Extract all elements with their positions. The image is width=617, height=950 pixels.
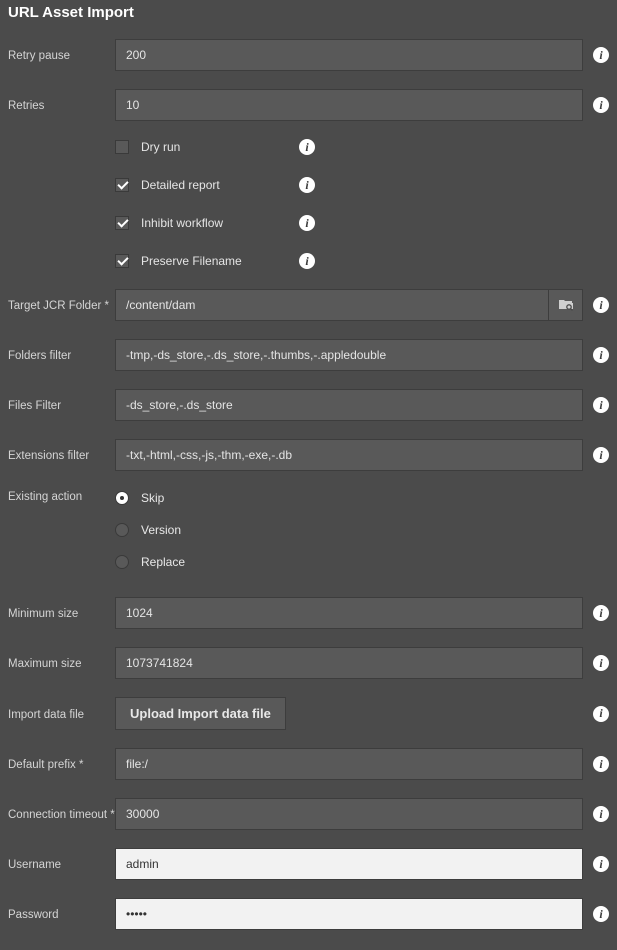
password-input[interactable]: [115, 898, 583, 930]
folder-search-icon: [558, 297, 574, 313]
row-username: Username: [8, 848, 609, 880]
detailed-report-checkbox[interactable]: [115, 178, 129, 192]
connection-timeout-input[interactable]: [115, 798, 583, 830]
label-password: Password: [8, 907, 115, 921]
row-import-file: Import data file Upload Import data file: [8, 697, 609, 730]
row-files-filter: Files Filter: [8, 389, 609, 421]
folders-filter-input[interactable]: [115, 339, 583, 371]
preserve-filename-label: Preserve Filename: [141, 254, 242, 268]
info-icon[interactable]: [593, 806, 609, 822]
info-icon[interactable]: [299, 215, 315, 231]
min-size-input[interactable]: [115, 597, 583, 629]
info-icon[interactable]: [593, 605, 609, 621]
label-files-filter: Files Filter: [8, 398, 115, 412]
label-extensions-filter: Extensions filter: [8, 448, 115, 462]
upload-import-button[interactable]: Upload Import data file: [115, 697, 286, 730]
target-folder-input[interactable]: [115, 289, 549, 321]
label-retries: Retries: [8, 98, 115, 112]
preserve-filename-checkbox[interactable]: [115, 254, 129, 268]
extensions-filter-input[interactable]: [115, 439, 583, 471]
info-icon[interactable]: [593, 756, 609, 772]
row-password: Password: [8, 898, 609, 930]
info-icon[interactable]: [593, 655, 609, 671]
max-size-input[interactable]: [115, 647, 583, 679]
label-min-size: Minimum size: [8, 606, 115, 620]
files-filter-input[interactable]: [115, 389, 583, 421]
radio-replace[interactable]: [115, 555, 129, 569]
row-dry-run: Dry run: [8, 139, 609, 155]
info-icon[interactable]: [593, 906, 609, 922]
label-folders-filter: Folders filter: [8, 348, 115, 362]
row-target-folder: Target JCR Folder *: [8, 289, 609, 321]
retries-input[interactable]: [115, 89, 583, 121]
radio-skip[interactable]: [115, 491, 129, 505]
inhibit-workflow-checkbox[interactable]: [115, 216, 129, 230]
existing-action-radio-group: Skip Version Replace: [115, 489, 609, 587]
info-icon[interactable]: [299, 177, 315, 193]
info-icon[interactable]: [299, 139, 315, 155]
info-icon[interactable]: [593, 297, 609, 313]
info-icon[interactable]: [593, 397, 609, 413]
row-inhibit-workflow: Inhibit workflow: [8, 215, 609, 231]
inhibit-workflow-label: Inhibit workflow: [141, 216, 223, 230]
row-retry-pause: Retry pause: [8, 39, 609, 71]
info-icon[interactable]: [299, 253, 315, 269]
username-input[interactable]: [115, 848, 583, 880]
info-icon[interactable]: [593, 447, 609, 463]
radio-version-label: Version: [141, 523, 181, 537]
retry-pause-input[interactable]: [115, 39, 583, 71]
label-default-prefix: Default prefix *: [8, 757, 115, 771]
row-folders-filter: Folders filter: [8, 339, 609, 371]
row-default-prefix: Default prefix *: [8, 748, 609, 780]
row-extensions-filter: Extensions filter: [8, 439, 609, 471]
info-icon[interactable]: [593, 856, 609, 872]
row-detailed-report: Detailed report: [8, 177, 609, 193]
row-min-size: Minimum size: [8, 597, 609, 629]
label-max-size: Maximum size: [8, 656, 115, 670]
label-import-file: Import data file: [8, 707, 115, 721]
label-existing-action: Existing action: [8, 489, 115, 503]
page-title: URL Asset Import: [8, 4, 609, 21]
info-icon[interactable]: [593, 347, 609, 363]
dry-run-label: Dry run: [141, 140, 180, 154]
dry-run-checkbox[interactable]: [115, 140, 129, 154]
label-target-folder: Target JCR Folder *: [8, 298, 115, 312]
info-icon[interactable]: [593, 706, 609, 722]
info-icon[interactable]: [593, 47, 609, 63]
label-connection-timeout: Connection timeout *: [8, 807, 115, 821]
radio-skip-label: Skip: [141, 491, 164, 505]
default-prefix-input[interactable]: [115, 748, 583, 780]
row-preserve-filename: Preserve Filename: [8, 253, 609, 269]
radio-replace-label: Replace: [141, 555, 185, 569]
radio-version[interactable]: [115, 523, 129, 537]
label-retry-pause: Retry pause: [8, 48, 115, 62]
row-max-size: Maximum size: [8, 647, 609, 679]
detailed-report-label: Detailed report: [141, 178, 220, 192]
row-connection-timeout: Connection timeout *: [8, 798, 609, 830]
info-icon[interactable]: [593, 97, 609, 113]
browse-button[interactable]: [549, 289, 583, 321]
row-retries: Retries: [8, 89, 609, 121]
label-username: Username: [8, 857, 115, 871]
row-existing-action: Existing action Skip Version Replace: [8, 489, 609, 587]
